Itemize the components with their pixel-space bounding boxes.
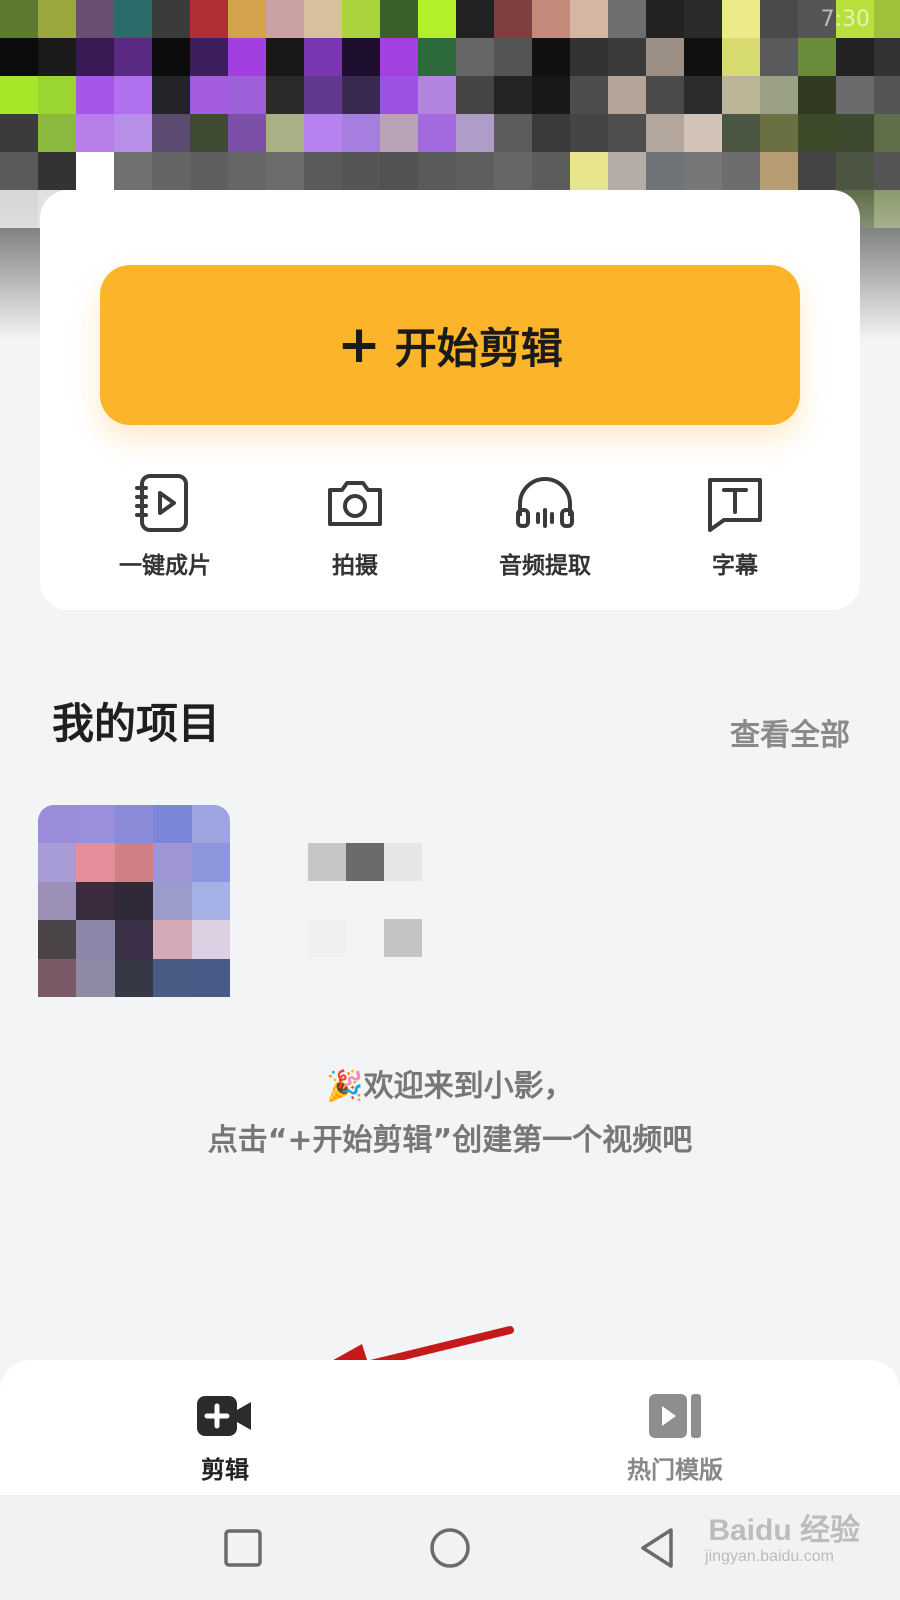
start-editing-button[interactable]: + 开始剪辑	[100, 265, 800, 425]
status-bar: 7:30	[0, 0, 900, 38]
auto-video-icon	[135, 474, 188, 532]
tool-auto-video-label: 一键成片	[119, 553, 211, 579]
project-thumbnail	[38, 805, 230, 997]
circle-icon	[430, 1527, 470, 1568]
tool-audio-extract-label: 音频提取	[499, 553, 591, 579]
bottom-tab-bar: 剪辑 热门模版	[0, 1360, 900, 1495]
start-editing-label: 开始剪辑	[394, 323, 563, 373]
baidu-watermark-url: jingyan.baidu.com	[705, 1548, 834, 1565]
tool-camera-label: 拍摄	[332, 553, 378, 579]
tool-subtitle[interactable]: 字幕	[660, 470, 810, 590]
tool-audio-extract[interactable]: 音频提取	[470, 470, 620, 590]
welcome-line-1: 🎉欢迎来到小影，	[326, 1069, 574, 1104]
tool-row: 一键成片 拍摄 音频提取 字幕	[40, 470, 860, 590]
subtitle-icon	[708, 478, 762, 532]
project-meta-pixelated	[308, 843, 428, 963]
tool-subtitle-label: 字幕	[712, 553, 758, 579]
welcome-line-2: 点击“+开始剪辑”创建第一个视频吧	[207, 1123, 693, 1158]
welcome-message: 🎉欢迎来到小影， 点击“+开始剪辑”创建第一个视频吧	[0, 1060, 900, 1168]
template-play-icon	[649, 1394, 701, 1438]
headphones-icon	[516, 477, 574, 528]
tool-camera[interactable]: 拍摄	[280, 470, 430, 590]
video-add-icon	[197, 1396, 251, 1436]
tab-hot-templates-label: 热门模版	[627, 1456, 723, 1484]
home-button[interactable]	[420, 1518, 480, 1578]
recent-apps-button[interactable]	[213, 1518, 273, 1578]
baidu-watermark: Baidu 经验	[708, 1514, 860, 1547]
view-all-link[interactable]: 查看全部	[730, 710, 850, 754]
project-item[interactable]	[38, 805, 868, 997]
tab-edit-label: 剪辑	[201, 1456, 249, 1484]
status-time: 7:30	[820, 6, 870, 32]
tab-hot-templates[interactable]: 热门模版	[450, 1360, 900, 1495]
triangle-back-icon	[640, 1527, 673, 1568]
plus-icon: +	[337, 315, 381, 375]
quick-action-card: + 开始剪辑 一键成片 拍摄 音频提取 字幕	[40, 190, 860, 610]
square-icon	[224, 1528, 263, 1567]
tool-auto-video[interactable]: 一键成片	[90, 470, 240, 590]
camera-icon	[328, 481, 382, 526]
projects-title: 我的项目	[52, 699, 221, 748]
back-button[interactable]	[627, 1518, 687, 1578]
tab-edit[interactable]: 剪辑	[0, 1360, 450, 1495]
